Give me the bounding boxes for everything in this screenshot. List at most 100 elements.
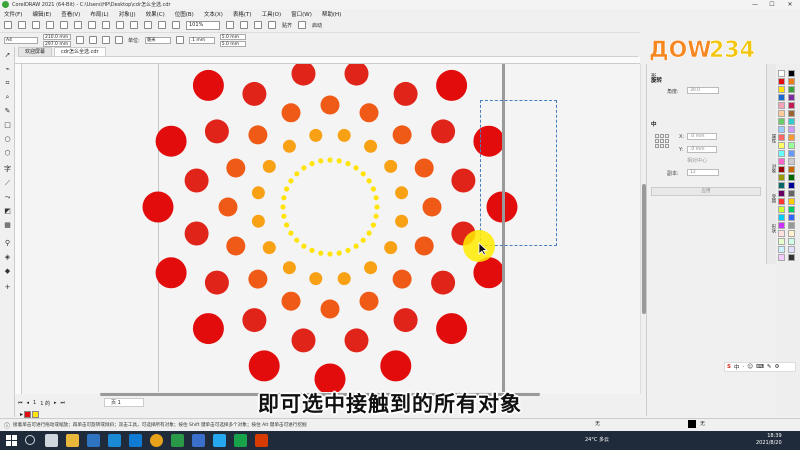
- palette-swatch[interactable]: [778, 254, 785, 261]
- side-tab-properties[interactable]: 属性: [768, 134, 776, 143]
- palette-swatch[interactable]: [788, 118, 795, 125]
- palette-swatch[interactable]: [778, 126, 785, 133]
- palette-swatch[interactable]: [778, 86, 785, 93]
- palette-swatch[interactable]: [788, 110, 795, 117]
- ring3-dot[interactable]: [218, 197, 238, 217]
- ring4-dot[interactable]: [395, 186, 409, 200]
- nudge-distance-field[interactable]: .1 mm: [188, 36, 215, 44]
- menu-layout[interactable]: 布局(L): [90, 10, 108, 18]
- ring4-dot[interactable]: [337, 128, 351, 142]
- palette-swatch[interactable]: [788, 206, 795, 213]
- inner-ring-dot[interactable]: [374, 204, 380, 210]
- ring4-dot[interactable]: [282, 261, 296, 275]
- shape-tool-icon[interactable]: ⌁: [3, 65, 12, 74]
- freehand-tool-icon[interactable]: ✎: [3, 107, 12, 116]
- palette-swatch[interactable]: [778, 134, 785, 141]
- outer-ring-dot[interactable]: [192, 69, 224, 101]
- import-icon[interactable]: [144, 21, 152, 29]
- show-grid-icon[interactable]: [254, 21, 262, 29]
- palette-swatch[interactable]: [778, 166, 785, 173]
- inner-ring-dot[interactable]: [345, 161, 351, 167]
- ring2-dot[interactable]: [291, 64, 316, 86]
- palette-swatch[interactable]: [788, 158, 795, 165]
- inner-ring-dot[interactable]: [288, 178, 294, 184]
- outer-ring-dot[interactable]: [142, 191, 174, 223]
- palette-swatch[interactable]: [778, 78, 785, 85]
- show-rulers-icon[interactable]: [240, 21, 248, 29]
- inner-ring-dot[interactable]: [284, 186, 290, 192]
- side-tab-transform[interactable]: 变换: [768, 194, 776, 203]
- ime-settings-icon[interactable]: ⚙: [775, 364, 780, 370]
- zoom-tool-icon[interactable]: ⌕: [3, 93, 12, 102]
- menu-window[interactable]: 窗口(W): [291, 10, 312, 18]
- wechat-icon[interactable]: [234, 434, 247, 447]
- palette-swatch[interactable]: [788, 222, 795, 229]
- options-gear-icon[interactable]: [298, 21, 307, 29]
- inner-ring-dot[interactable]: [318, 158, 324, 164]
- inner-ring-dot[interactable]: [281, 195, 287, 201]
- outer-ring-dot[interactable]: [155, 257, 187, 289]
- inner-ring-dot[interactable]: [281, 213, 287, 219]
- palette-swatch[interactable]: [778, 158, 785, 165]
- coreldraw-taskbar-icon[interactable]: [171, 434, 184, 447]
- inner-ring-dot[interactable]: [373, 213, 379, 219]
- tab-welcome[interactable]: 欢迎屏幕: [18, 47, 53, 56]
- store-icon[interactable]: [129, 434, 142, 447]
- outline-indicator[interactable]: 无: [700, 420, 705, 427]
- palette-swatch[interactable]: [788, 182, 795, 189]
- apply-button[interactable]: 应用: [651, 187, 761, 196]
- task-view-icon[interactable]: [45, 434, 58, 447]
- palette-swatch[interactable]: [778, 118, 785, 125]
- palette-swatch[interactable]: [778, 94, 785, 101]
- palette-swatch[interactable]: [778, 214, 785, 221]
- duplicate-x-field[interactable]: 5.0 mm: [219, 33, 246, 40]
- swatch-yellow[interactable]: [32, 410, 40, 418]
- palette-swatch[interactable]: [788, 174, 795, 181]
- add-tool-icon[interactable]: +: [3, 283, 12, 292]
- palette-swatch[interactable]: [788, 230, 795, 237]
- menu-effects[interactable]: 效果(C): [146, 10, 165, 18]
- ime-emoji-icon[interactable]: ☺: [747, 364, 753, 370]
- outer-ring-dot[interactable]: [380, 350, 412, 382]
- interactive-fill-icon[interactable]: ◆: [3, 267, 12, 276]
- ring4-dot[interactable]: [337, 272, 351, 286]
- outer-ring-dot[interactable]: [155, 125, 187, 157]
- landscape-icon[interactable]: [89, 36, 97, 44]
- inner-ring-dot[interactable]: [336, 250, 342, 256]
- page-size-select[interactable]: A4: [4, 36, 38, 44]
- palette-swatch[interactable]: [778, 198, 785, 205]
- polygon-tool-icon[interactable]: ⬡: [3, 149, 12, 158]
- y-field[interactable]: .0 mm: [687, 146, 717, 153]
- palette-swatch[interactable]: [778, 102, 785, 109]
- ring2-dot[interactable]: [242, 81, 267, 106]
- ring3-dot[interactable]: [392, 125, 412, 145]
- inner-ring-dot[interactable]: [327, 157, 333, 163]
- inner-ring-dot[interactable]: [345, 247, 351, 253]
- full-screen-icon[interactable]: [226, 21, 234, 29]
- palette-swatch[interactable]: [788, 134, 795, 141]
- menu-text[interactable]: 文本(X): [204, 10, 223, 18]
- inner-ring-dot[interactable]: [288, 230, 294, 236]
- vertical-ruler[interactable]: [15, 64, 22, 394]
- show-guidelines-icon[interactable]: [268, 21, 276, 29]
- palette-swatch[interactable]: [788, 254, 795, 261]
- next-page-icon[interactable]: ▸: [54, 400, 57, 406]
- palette-menu-icon[interactable]: ▸: [20, 411, 23, 418]
- outer-ring-dot[interactable]: [248, 350, 280, 382]
- inner-ring-dot[interactable]: [360, 171, 366, 177]
- palette-swatch[interactable]: [778, 230, 785, 237]
- current-page-icon[interactable]: [115, 36, 123, 44]
- ring2-dot[interactable]: [242, 308, 267, 333]
- portrait-icon[interactable]: [76, 36, 84, 44]
- inner-ring-dot[interactable]: [327, 251, 333, 257]
- parallel-dimension-icon[interactable]: ⟋: [3, 179, 12, 188]
- mail-icon[interactable]: [108, 434, 121, 447]
- menu-bitmaps[interactable]: 位图(B): [175, 10, 194, 18]
- palette-swatch[interactable]: [788, 214, 795, 221]
- palette-swatch[interactable]: [788, 150, 795, 157]
- ring3-dot[interactable]: [359, 291, 379, 311]
- palette-swatch[interactable]: [788, 246, 795, 253]
- crop-tool-icon[interactable]: ⌗: [3, 79, 12, 88]
- fill-icon[interactable]: ◈: [3, 253, 12, 262]
- minimize-button[interactable]: —: [748, 0, 762, 9]
